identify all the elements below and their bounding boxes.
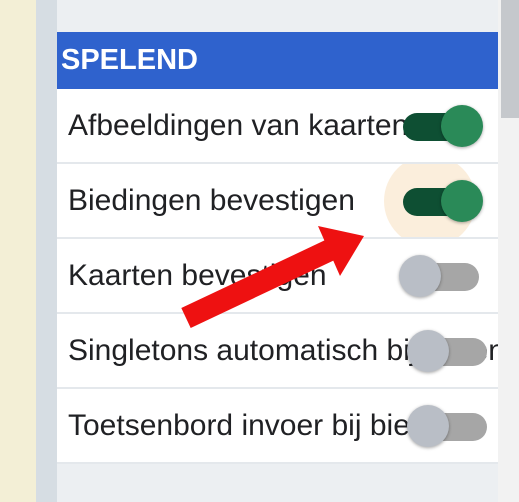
setting-row-afbeeldingen[interactable]: Afbeeldingen van kaarten [57, 89, 498, 164]
toggle-knob [441, 180, 483, 222]
settings-panel: SPELEND Afbeeldingen van kaarten Bieding… [57, 0, 498, 502]
setting-label: Toetsenbord invoer bij bieden [68, 409, 460, 442]
setting-label: Kaarten bevestigen [68, 259, 327, 292]
panel-left-edge [36, 0, 57, 502]
toggle-kaarten[interactable] [399, 255, 483, 297]
setting-label: Afbeeldingen van kaarten [68, 109, 409, 142]
toggle-toetsenbord[interactable] [407, 405, 491, 447]
toggle-knob [407, 330, 449, 372]
setting-row-singletons[interactable]: Singletons automatisch bijspelen [57, 314, 498, 389]
toggle-knob [441, 105, 483, 147]
setting-label: Biedingen bevestigen [68, 184, 355, 217]
section-header: SPELEND [57, 32, 498, 89]
setting-row-toetsenbord[interactable]: Toetsenbord invoer bij bieden [57, 389, 498, 464]
toggle-afbeeldingen[interactable] [399, 105, 483, 147]
toggle-biedingen[interactable] [399, 180, 483, 222]
left-background-strip [0, 0, 36, 502]
setting-row-kaarten[interactable]: Kaarten bevestigen [57, 239, 498, 314]
toggle-knob [399, 255, 441, 297]
toggle-knob [407, 405, 449, 447]
toggle-singletons[interactable] [407, 330, 491, 372]
scrollbar-thumb[interactable] [501, 0, 519, 118]
setting-row-biedingen[interactable]: Biedingen bevestigen [57, 164, 498, 239]
